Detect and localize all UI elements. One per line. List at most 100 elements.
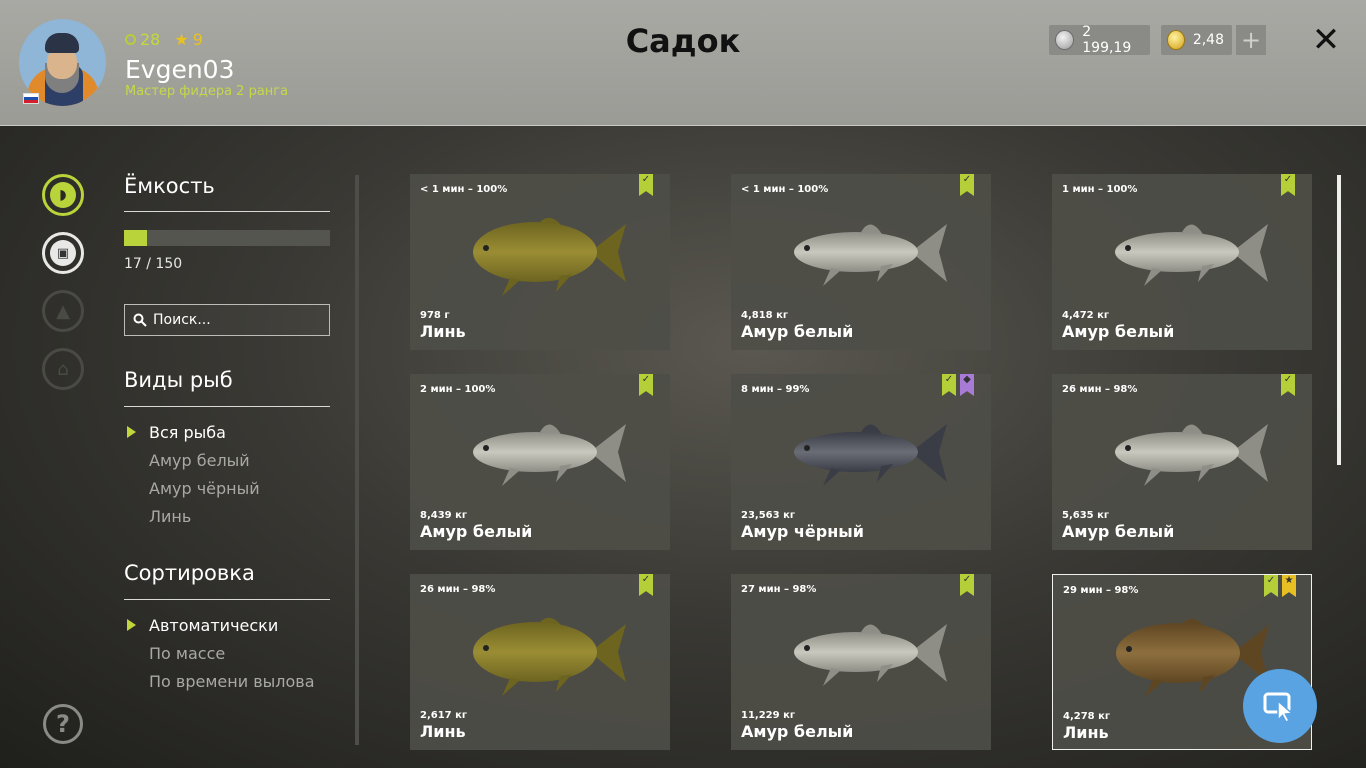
fish-card[interactable]: 2 мин – 100% 8,439 кг Амур белый ✓ [410, 374, 670, 550]
fish-name: Амур белый [1062, 322, 1175, 341]
fish-name: Амур белый [420, 522, 533, 541]
scrollbar[interactable] [1337, 175, 1341, 465]
fish-name: Амур чёрный [741, 522, 864, 541]
fish-name: Амур белый [741, 322, 854, 341]
verified-badge-icon: ✓ [639, 374, 653, 396]
species-filter-tench[interactable]: Линь [149, 507, 191, 526]
tackle-box-tab[interactable]: ▣ [42, 232, 84, 274]
capacity-title: Ёмкость [124, 174, 215, 198]
cursor-mode-button[interactable] [1243, 669, 1317, 743]
fish-name: Линь [420, 322, 466, 341]
fish-image [1115, 424, 1268, 486]
verified-badge-icon: ✓ [639, 174, 653, 196]
gold-amount: 2,48 [1192, 32, 1224, 48]
fish-card[interactable]: < 1 мин – 100% 4,818 кг Амур белый ✓ [731, 174, 991, 350]
username: Evgen03 [125, 55, 235, 84]
fish-image [473, 617, 626, 696]
species-title: Виды рыб [124, 368, 233, 392]
fish-icon: ◗ [50, 182, 76, 208]
fish-image [794, 624, 947, 686]
fish-weight: 2,617 кг [420, 710, 468, 721]
catch-time: 29 мин – 98% [1063, 585, 1139, 596]
fish-weight: 4,818 кг [741, 310, 789, 321]
player-stats: 28 ★ 9 [125, 30, 203, 49]
fish-weight: 4,278 кг [1063, 711, 1111, 722]
fish-weight: 11,229 кг [741, 710, 796, 721]
fish-weight: 8,439 кг [420, 510, 468, 521]
fish-name: Амур белый [741, 722, 854, 741]
catch-time: 26 мин – 98% [420, 584, 496, 595]
selected-arrow-icon [127, 619, 136, 631]
species-filter-all[interactable]: Вся рыба [149, 423, 226, 442]
fish-card[interactable]: 27 мин – 98% 11,229 кг Амур белый ✓ [731, 574, 991, 750]
fish-weight: 23,563 кг [741, 510, 796, 521]
trophy-badge-icon: ★ [1282, 575, 1296, 597]
fish-weight: 5,635 кг [1062, 510, 1110, 521]
capacity-bar [124, 230, 330, 246]
species-filter-white-amur[interactable]: Амур белый [149, 451, 250, 470]
fish-card[interactable]: 26 мин – 98% 2,617 кг Линь ✓ [410, 574, 670, 750]
gold-coin-icon [1167, 30, 1185, 50]
stars-indicator: ★ 9 [174, 30, 203, 49]
rare-badge-icon: ◆ [960, 374, 974, 396]
fish-image [1116, 618, 1269, 697]
camp-tab[interactable]: ▲ [42, 290, 84, 332]
species-filter-black-amur[interactable]: Амур чёрный [149, 479, 260, 498]
selected-arrow-icon [127, 426, 136, 438]
verified-badge-icon: ✓ [960, 174, 974, 196]
silver-coin-icon [1055, 30, 1075, 50]
sort-title: Сортировка [124, 561, 255, 585]
tackle-box-icon: ▣ [50, 240, 76, 266]
catch-time: 26 мин – 98% [1062, 384, 1138, 395]
fish-image [1115, 224, 1268, 286]
verified-badge-icon: ✓ [1281, 174, 1295, 196]
fish-card[interactable]: < 1 мин – 100% 978 г Линь ✓ [410, 174, 670, 350]
search-icon [133, 313, 147, 327]
fish-weight: 4,472 кг [1062, 310, 1110, 321]
sort-by-weight[interactable]: По массе [149, 644, 225, 663]
profile-header: 28 ★ 9 Evgen03 Мастер фидера 2 ранга [0, 0, 1366, 126]
player-rank: Мастер фидера 2 ранга [125, 84, 289, 99]
fish-weight: 978 г [420, 310, 450, 321]
keepnet-tab[interactable]: ◗ [42, 174, 84, 216]
add-currency-button[interactable]: + [1236, 25, 1266, 55]
catch-time: < 1 мин – 100% [741, 184, 829, 195]
star-icon: ★ [174, 30, 189, 49]
fish-image [794, 224, 947, 286]
fish-name: Линь [420, 722, 466, 741]
verified-badge-icon: ✓ [1281, 374, 1295, 396]
catch-time: 8 мин – 99% [741, 384, 810, 395]
home-icon: ⌂ [57, 358, 69, 380]
close-button[interactable]: ✕ [1310, 22, 1342, 58]
divider [124, 406, 330, 407]
fish-image [473, 217, 626, 296]
fish-image [473, 424, 626, 486]
sort-auto[interactable]: Автоматически [149, 616, 278, 635]
verified-badge-icon: ✓ [942, 374, 956, 396]
verified-badge-icon: ✓ [639, 574, 653, 596]
search-box[interactable] [124, 304, 330, 336]
fish-name: Амур белый [1062, 522, 1175, 541]
silver-balance: 2 199,19 [1049, 24, 1150, 56]
sort-by-time[interactable]: По времени вылова [149, 672, 315, 691]
silver-amount: 2 199,19 [1082, 24, 1132, 56]
fish-image [794, 424, 947, 486]
capacity-count: 17 / 150 [124, 256, 183, 272]
russia-flag-icon [23, 93, 39, 104]
catch-time: 2 мин – 100% [420, 384, 496, 395]
level-ring-icon [125, 34, 136, 45]
divider [124, 211, 330, 212]
help-button[interactable]: ? [43, 704, 83, 744]
divider [124, 599, 330, 600]
fish-card[interactable]: 8 мин – 99% 23,563 кг Амур чёрный ✓ ◆ [731, 374, 991, 550]
level-indicator: 28 [125, 30, 160, 49]
fish-card[interactable]: 1 мин – 100% 4,472 кг Амур белый ✓ [1052, 174, 1312, 350]
gold-balance: 2,48 [1161, 25, 1232, 55]
home-tab[interactable]: ⌂ [42, 348, 84, 390]
verified-badge-icon: ✓ [1264, 575, 1278, 597]
catch-time: 1 мин – 100% [1062, 184, 1138, 195]
search-input[interactable] [153, 312, 323, 328]
catch-time: < 1 мин – 100% [420, 184, 508, 195]
fish-card[interactable]: 26 мин – 98% 5,635 кг Амур белый ✓ [1052, 374, 1312, 550]
panel-divider [355, 175, 359, 745]
